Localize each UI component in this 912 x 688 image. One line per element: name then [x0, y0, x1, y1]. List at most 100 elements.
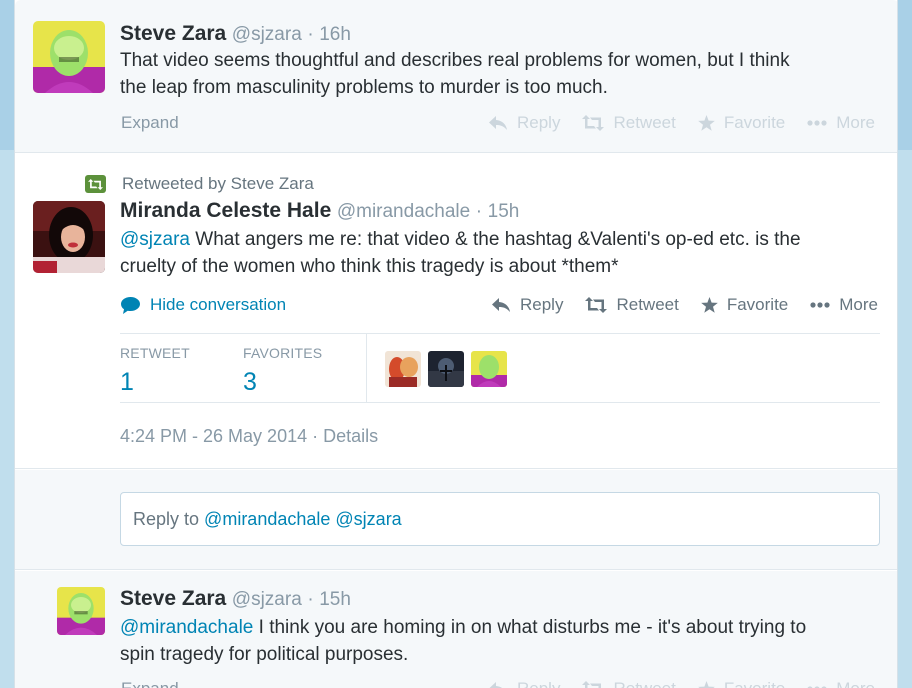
reply-label: Reply: [520, 295, 564, 314]
avatar-steve-zara[interactable]: [57, 587, 105, 635]
tweet-text-line: the leap from masculinity problems to mu…: [120, 77, 608, 98]
favorites-count: 3: [243, 368, 257, 396]
retweet-label: Retweet: [613, 679, 675, 688]
favorites-stat[interactable]: FAVORITES 3: [243, 345, 322, 397]
reply-button[interactable]: Reply: [488, 679, 560, 688]
favorite-button[interactable]: Favorite: [698, 679, 785, 688]
reply-icon: [488, 115, 508, 131]
retweet-button[interactable]: Retweet: [582, 113, 676, 133]
tweet-actions: Reply Retweet Favorite More: [488, 113, 875, 133]
separator-dot: ·: [312, 426, 319, 446]
tweet-text-fragment: What angers me re: that video & the hash…: [189, 229, 801, 250]
reply-button[interactable]: Reply: [491, 295, 563, 315]
reply-button[interactable]: Reply: [488, 113, 560, 133]
retweet-button[interactable]: Retweet: [585, 295, 679, 315]
tweet-text-line: cruelty of the women who think this trag…: [120, 256, 619, 277]
more-button[interactable]: More: [807, 113, 875, 133]
reply-label: Reply: [517, 679, 560, 688]
reply-mention: @sjzara: [335, 509, 402, 529]
tweet-timestamp: 4:24 PM - 26 May 2014 · Details: [120, 426, 378, 447]
more-dots-icon: [807, 120, 827, 126]
tweet-text-line: @mirandachale I think you are homing in …: [120, 614, 806, 641]
star-icon: [698, 681, 715, 688]
retweet-stat[interactable]: RETWEET 1: [120, 345, 190, 397]
tweet-header: Steve Zara @sjzara · 15h: [120, 587, 351, 611]
retweet-label: Retweet: [616, 295, 679, 314]
expand-link[interactable]: Expand: [121, 113, 179, 133]
stats-divider: [366, 334, 367, 403]
reply-icon: [491, 297, 511, 313]
tweet-text: @sjzara What angers me re: that video & …: [120, 226, 801, 280]
mention-link[interactable]: @sjzara: [120, 229, 190, 250]
more-button[interactable]: More: [810, 295, 878, 315]
reply-prefix: Reply to: [133, 509, 205, 529]
tweet-text-line: spin tragedy for political purposes.: [120, 644, 409, 665]
avatar-steve-zara[interactable]: [33, 21, 105, 93]
favoriter-avatar[interactable]: [385, 351, 421, 387]
more-dots-icon: [810, 302, 830, 308]
reply-input[interactable]: Reply to @mirandachale @sjzara: [120, 492, 880, 546]
favorite-button[interactable]: Favorite: [698, 113, 785, 133]
favorite-button[interactable]: Favorite: [701, 295, 788, 315]
tweet-reply[interactable]: Steve Zara @sjzara · 15h @mirandachale I…: [15, 571, 897, 688]
retweet-button[interactable]: Retweet: [582, 679, 676, 688]
retweeted-by-label[interactable]: Retweeted by Steve Zara: [122, 174, 314, 194]
tweet-time[interactable]: 15h: [319, 589, 351, 610]
star-icon: [698, 115, 715, 131]
tweet-stats: RETWEET 1 FAVORITES 3: [120, 333, 880, 403]
tweet-previous[interactable]: Steve Zara @sjzara · 16h That video seem…: [15, 0, 897, 153]
avatar-miranda-celeste-hale[interactable]: [33, 201, 105, 273]
hide-conversation-label: Hide conversation: [150, 295, 287, 314]
favoriter-avatar[interactable]: [471, 351, 507, 387]
tweet-text: @mirandachale I think you are homing in …: [120, 614, 806, 668]
separator-dot: ·: [307, 589, 314, 610]
retweet-stat-label: RETWEET: [120, 345, 190, 361]
tweet-actions: Reply Retweet Favorite More: [488, 679, 875, 688]
author-name[interactable]: Steve Zara: [120, 22, 226, 45]
tweet-text: That video seems thoughtful and describe…: [120, 47, 790, 101]
tweet-main[interactable]: Retweeted by Steve Zara Miranda Celeste …: [15, 154, 897, 469]
star-icon: [701, 297, 718, 313]
more-label: More: [839, 295, 878, 314]
more-label: More: [836, 113, 875, 132]
conversation-timeline: Steve Zara @sjzara · 16h That video seem…: [14, 0, 898, 688]
tweet-time[interactable]: 16h: [319, 24, 351, 45]
more-label: More: [836, 679, 875, 688]
favorites-stat-label: FAVORITES: [243, 345, 323, 361]
tweet-header: Steve Zara @sjzara · 16h: [120, 22, 351, 46]
retweet-count: 1: [120, 368, 134, 396]
tweet-text-line: @sjzara What angers me re: that video & …: [120, 226, 801, 253]
tweet-actions: Reply Retweet Favorite More: [491, 295, 878, 315]
author-handle[interactable]: @mirandachale: [337, 201, 470, 222]
favorite-label: Favorite: [724, 679, 785, 688]
retweet-label: Retweet: [613, 113, 676, 132]
timestamp-text[interactable]: 4:24 PM - 26 May 2014: [120, 426, 307, 446]
retweet-icon: [582, 681, 604, 688]
favoriter-avatar[interactable]: [428, 351, 464, 387]
reply-label: Reply: [517, 113, 561, 132]
reply-icon: [488, 681, 508, 688]
retweet-badge-icon: [85, 175, 106, 193]
reply-area: Reply to @mirandachale @sjzara: [15, 470, 897, 570]
hide-conversation-link[interactable]: Hide conversation: [121, 295, 286, 315]
expand-link[interactable]: Expand: [121, 679, 179, 688]
retweet-icon: [585, 297, 608, 313]
author-handle[interactable]: @sjzara: [232, 24, 302, 45]
details-link[interactable]: Details: [323, 426, 378, 446]
mention-link[interactable]: @mirandachale: [120, 617, 253, 638]
retweet-context: Retweeted by Steve Zara: [85, 174, 314, 194]
speech-bubble-icon: [121, 296, 140, 314]
favoriters-avatars: [385, 351, 514, 387]
tweet-text-line: That video seems thoughtful and describe…: [120, 50, 790, 71]
tweet-header: Miranda Celeste Hale @mirandachale · 15h: [120, 199, 519, 223]
tweet-time[interactable]: 15h: [488, 201, 520, 222]
separator-dot: ·: [475, 201, 483, 222]
more-button[interactable]: More: [807, 679, 875, 688]
author-name[interactable]: Steve Zara: [120, 587, 226, 610]
favorite-label: Favorite: [723, 113, 786, 132]
author-name[interactable]: Miranda Celeste Hale: [120, 199, 331, 222]
reply-mention: @mirandachale: [204, 509, 331, 529]
author-handle[interactable]: @sjzara: [232, 589, 302, 610]
favorite-label: Favorite: [726, 295, 789, 314]
retweet-icon: [582, 115, 605, 131]
